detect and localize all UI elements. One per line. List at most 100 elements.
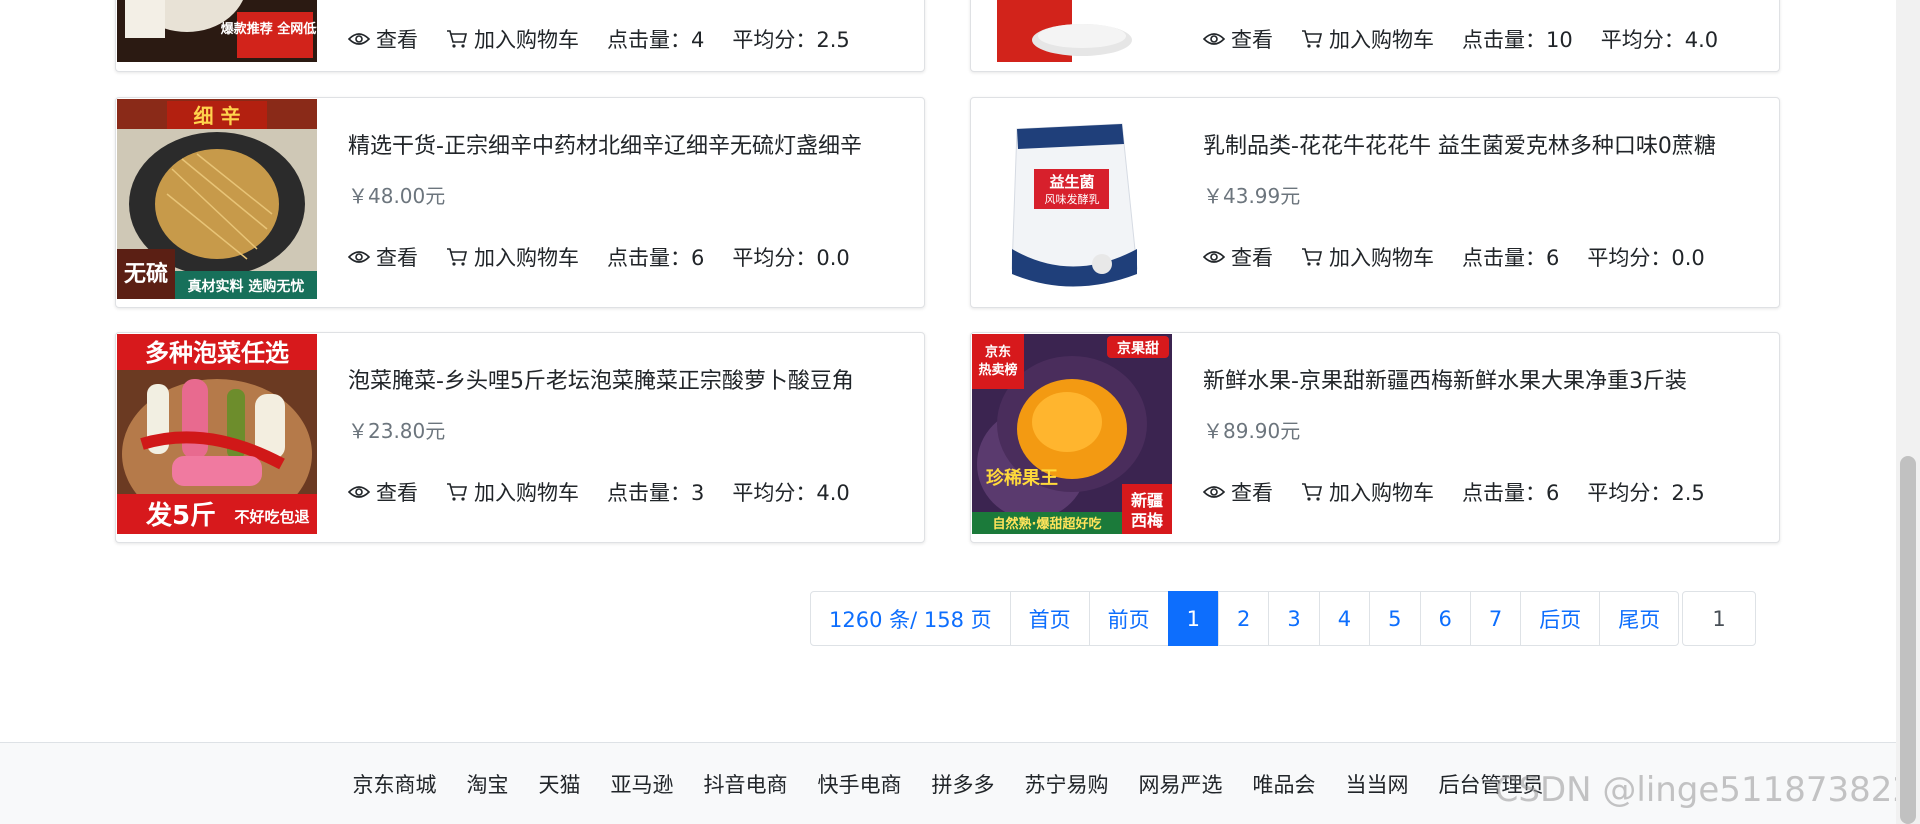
- svg-text:细 辛: 细 辛: [194, 104, 241, 128]
- product-actions: 查看 加入购物车 点击量：6 平均分：2.5: [1203, 477, 1733, 507]
- pagination: 1260 条/ 158 页 首页 前页 1 2 3 4 5 6 7 后页 尾页: [810, 591, 1680, 646]
- cart-label: 加入购物车: [1329, 481, 1434, 505]
- footer-link-kuaishou[interactable]: 快手电商: [818, 769, 902, 799]
- next-page-button[interactable]: 后页: [1520, 591, 1601, 646]
- average-rating: 平均分：4.0: [732, 481, 850, 505]
- average-rating: 平均分：0.0: [732, 246, 850, 270]
- cart-label: 加入购物车: [1329, 246, 1434, 270]
- view-label: 查看: [376, 246, 418, 270]
- footer-link-pinduoduo[interactable]: 拼多多: [932, 769, 995, 799]
- page-button-1[interactable]: 1: [1167, 591, 1220, 646]
- svg-text:自然熟·爆甜超好吃: 自然熟·爆甜超好吃: [993, 516, 1102, 532]
- svg-text:京果甜: 京果甜: [1117, 340, 1159, 357]
- view-button[interactable]: 查看: [1203, 24, 1273, 54]
- svg-text:多种泡菜任选: 多种泡菜任选: [145, 339, 289, 367]
- product-card: 京东 热卖榜 京果甜 珍稀果王 新疆 西梅 自然熟·爆甜超好吃 新鲜水果-京果甜…: [970, 332, 1780, 543]
- product-card: 爆款推荐 全网低价 查看 加入购物车 点击量：4 平均分：2.5: [115, 0, 925, 72]
- svg-text:无硫: 无硫: [124, 261, 168, 287]
- footer-link-vip[interactable]: 唯品会: [1253, 769, 1316, 799]
- product-image[interactable]: [972, 0, 1172, 62]
- view-button[interactable]: 查看: [348, 242, 418, 272]
- page-jump-input[interactable]: [1682, 591, 1756, 646]
- page-button-7[interactable]: 7: [1469, 591, 1522, 646]
- product-card: 查看 加入购物车 点击量：10 平均分：4.0: [970, 0, 1780, 72]
- product-price: ￥89.90元: [1203, 419, 1301, 443]
- last-page-button[interactable]: 尾页: [1599, 591, 1680, 646]
- product-actions: 查看 加入购物车 点击量：6 平均分：0.0: [348, 242, 878, 272]
- footer-link-taobao[interactable]: 淘宝: [467, 769, 509, 799]
- footer-link-douyin[interactable]: 抖音电商: [704, 769, 788, 799]
- footer-link-netease[interactable]: 网易严选: [1139, 769, 1223, 799]
- footer-link-tmall[interactable]: 天猫: [539, 769, 581, 799]
- view-label: 查看: [1231, 246, 1273, 270]
- product-title[interactable]: 乳制品类-花花牛花花牛 益生菌爱克林多种口味0蔗糖: [1203, 128, 1759, 160]
- product-actions: 查看 加入购物车 点击量：4 平均分：2.5: [348, 24, 878, 54]
- view-label: 查看: [376, 481, 418, 505]
- view-button[interactable]: 查看: [1203, 477, 1273, 507]
- first-page-button[interactable]: 首页: [1009, 591, 1090, 646]
- cart-label: 加入购物车: [474, 481, 579, 505]
- cart-icon: [447, 30, 468, 48]
- click-count: 点击量：6: [1462, 246, 1560, 270]
- add-to-cart-button[interactable]: 加入购物车: [1301, 24, 1434, 54]
- footer-link-dangdang[interactable]: 当当网: [1346, 769, 1409, 799]
- product-actions: 查看 加入购物车 点击量：10 平均分：4.0: [1203, 24, 1746, 54]
- cart-icon: [447, 248, 468, 266]
- product-price: ￥43.99元: [1203, 184, 1301, 208]
- page-button-3[interactable]: 3: [1268, 591, 1320, 646]
- click-count: 点击量：6: [607, 246, 705, 270]
- page-button-5[interactable]: 5: [1369, 591, 1421, 646]
- product-image[interactable]: 细 辛 无硫 真材实料 选购无忧: [117, 99, 317, 299]
- prev-page-button[interactable]: 前页: [1088, 591, 1169, 646]
- add-to-cart-button[interactable]: 加入购物车: [446, 477, 579, 507]
- page-button-2[interactable]: 2: [1218, 591, 1270, 646]
- view-button[interactable]: 查看: [348, 477, 418, 507]
- click-count: 点击量：6: [1462, 481, 1560, 505]
- svg-text:真材实料 选购无忧: 真材实料 选购无忧: [188, 278, 305, 295]
- add-to-cart-button[interactable]: 加入购物车: [1301, 242, 1434, 272]
- svg-text:爆款推荐 全网低价: 爆款推荐 全网低价: [221, 21, 317, 37]
- cart-label: 加入购物车: [474, 246, 579, 270]
- svg-text:发5斤: 发5斤: [145, 500, 216, 531]
- svg-text:不好吃包退: 不好吃包退: [234, 508, 309, 526]
- scrollbar[interactable]: [1896, 0, 1920, 824]
- view-button[interactable]: 查看: [1203, 242, 1273, 272]
- average-rating: 平均分：2.5: [732, 28, 850, 52]
- product-actions: 查看 加入购物车 点击量：3 平均分：4.0: [348, 477, 878, 507]
- product-price: ￥48.00元: [348, 184, 446, 208]
- cart-icon: [1302, 483, 1323, 501]
- click-count: 点击量：3: [607, 481, 705, 505]
- add-to-cart-button[interactable]: 加入购物车: [446, 24, 579, 54]
- footer-link-suning[interactable]: 苏宁易购: [1025, 769, 1109, 799]
- view-label: 查看: [1231, 481, 1273, 505]
- page-summary[interactable]: 1260 条/ 158 页: [810, 591, 1011, 646]
- cart-icon: [447, 483, 468, 501]
- add-to-cart-button[interactable]: 加入购物车: [1301, 477, 1434, 507]
- view-button[interactable]: 查看: [348, 24, 418, 54]
- footer-link-amazon[interactable]: 亚马逊: [611, 769, 674, 799]
- page-button-4[interactable]: 4: [1318, 591, 1371, 646]
- cart-label: 加入购物车: [474, 28, 579, 52]
- click-count: 点击量：4: [607, 28, 705, 52]
- product-title[interactable]: 新鲜水果-京果甜新疆西梅新鲜水果大果净重3斤装: [1203, 363, 1759, 395]
- click-count: 点击量：10: [1462, 28, 1573, 52]
- product-image[interactable]: 爆款推荐 全网低价: [117, 0, 317, 62]
- product-actions: 查看 加入购物车 点击量：6 平均分：0.0: [1203, 242, 1733, 272]
- footer-link-jd[interactable]: 京东商城: [353, 769, 437, 799]
- product-title[interactable]: 精选干货-正宗细辛中药材北细辛辽细辛无硫灯盏细辛: [348, 128, 904, 160]
- product-image[interactable]: 益生菌 风味发酵乳: [972, 99, 1172, 299]
- product-image[interactable]: 多种泡菜任选 发5斤 不好吃包退: [117, 334, 317, 534]
- eye-icon: [348, 251, 370, 263]
- cart-icon: [1302, 30, 1323, 48]
- product-image[interactable]: 京东 热卖榜 京果甜 珍稀果王 新疆 西梅 自然熟·爆甜超好吃: [972, 334, 1172, 534]
- add-to-cart-button[interactable]: 加入购物车: [446, 242, 579, 272]
- footer-link-admin[interactable]: 后台管理员: [1439, 769, 1544, 799]
- page-button-6[interactable]: 6: [1419, 591, 1471, 646]
- product-title[interactable]: 泡菜腌菜-乡头哩5斤老坛泡菜腌菜正宗酸萝卜酸豆角: [348, 363, 904, 395]
- product-price: ￥23.80元: [348, 419, 446, 443]
- eye-icon: [1203, 33, 1225, 45]
- svg-text:新疆: 新疆: [1131, 491, 1163, 510]
- svg-text:京东: 京东: [985, 344, 1011, 360]
- scrollbar-thumb[interactable]: [1900, 456, 1916, 824]
- view-label: 查看: [376, 28, 418, 52]
